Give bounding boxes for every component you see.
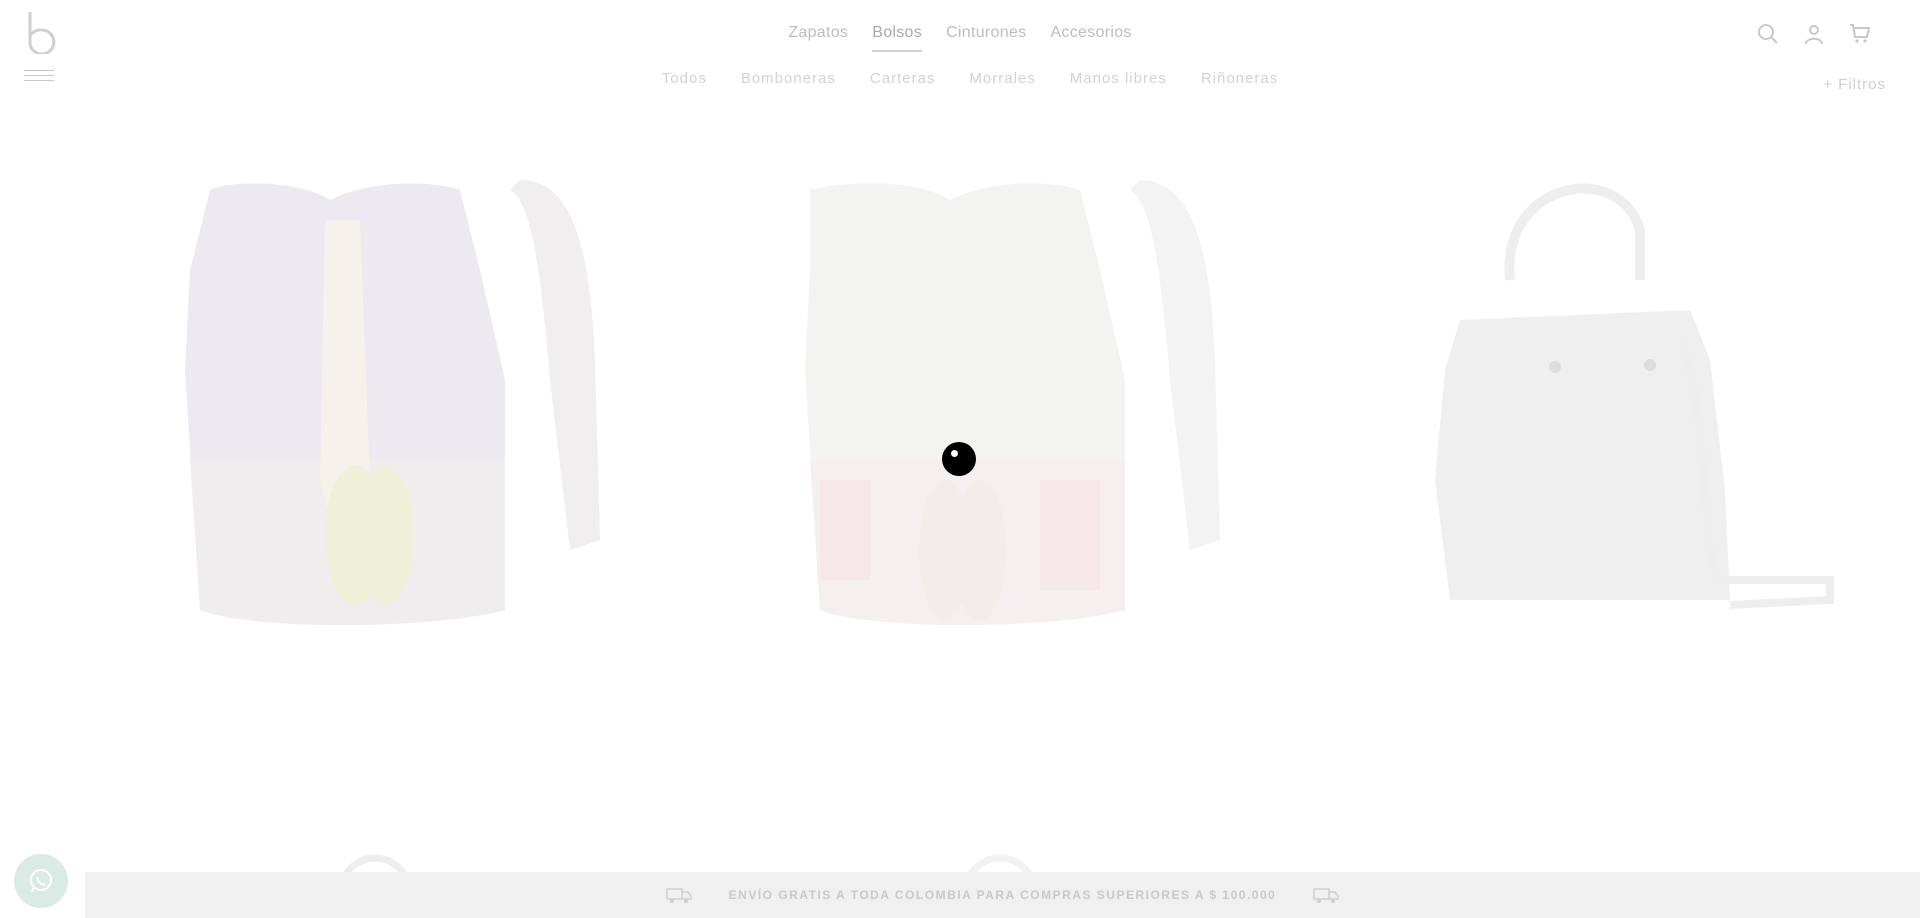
nav-accesorios[interactable]: Accesorios [1050,22,1131,52]
nav-zapatos[interactable]: Zapatos [788,22,848,52]
header-icons [1756,22,1872,46]
category-nav: Zapatos Bolsos Cinturones Accesorios [0,22,1920,52]
subnav-bomboneras[interactable]: Bomboneras [741,70,836,87]
truck-icon [1313,888,1340,903]
free-shipping-banner: ENVÍO GRATIS A TODA COLOMBIA PARA COMPRA… [85,872,1920,918]
cart-icon[interactable] [1848,22,1872,46]
nav-bolsos[interactable]: Bolsos [872,22,923,52]
loading-indicator [942,442,976,476]
whatsapp-icon [30,869,52,893]
subnav-manos-libres[interactable]: Manos libres [1070,70,1167,87]
product-image[interactable] [750,160,1270,640]
filters-button[interactable]: + Filtros [1823,76,1886,93]
truck-icon [665,888,692,903]
user-icon[interactable] [1802,22,1826,46]
search-icon[interactable] [1756,22,1780,46]
whatsapp-button[interactable] [14,854,68,908]
subnav-todos[interactable]: Todos [662,70,707,87]
product-image[interactable] [1350,160,1870,640]
product-image[interactable] [130,160,650,640]
subnav-rinoneras[interactable]: Riñoneras [1201,70,1278,87]
subnav-morrales[interactable]: Morrales [969,70,1035,87]
nav-cinturones[interactable]: Cinturones [946,22,1026,52]
subcategory-nav: Todos Bomboneras Carteras Morrales Manos… [0,70,1920,87]
subnav-carteras[interactable]: Carteras [870,70,936,87]
banner-text: ENVÍO GRATIS A TODA COLOMBIA PARA COMPRA… [728,888,1277,902]
